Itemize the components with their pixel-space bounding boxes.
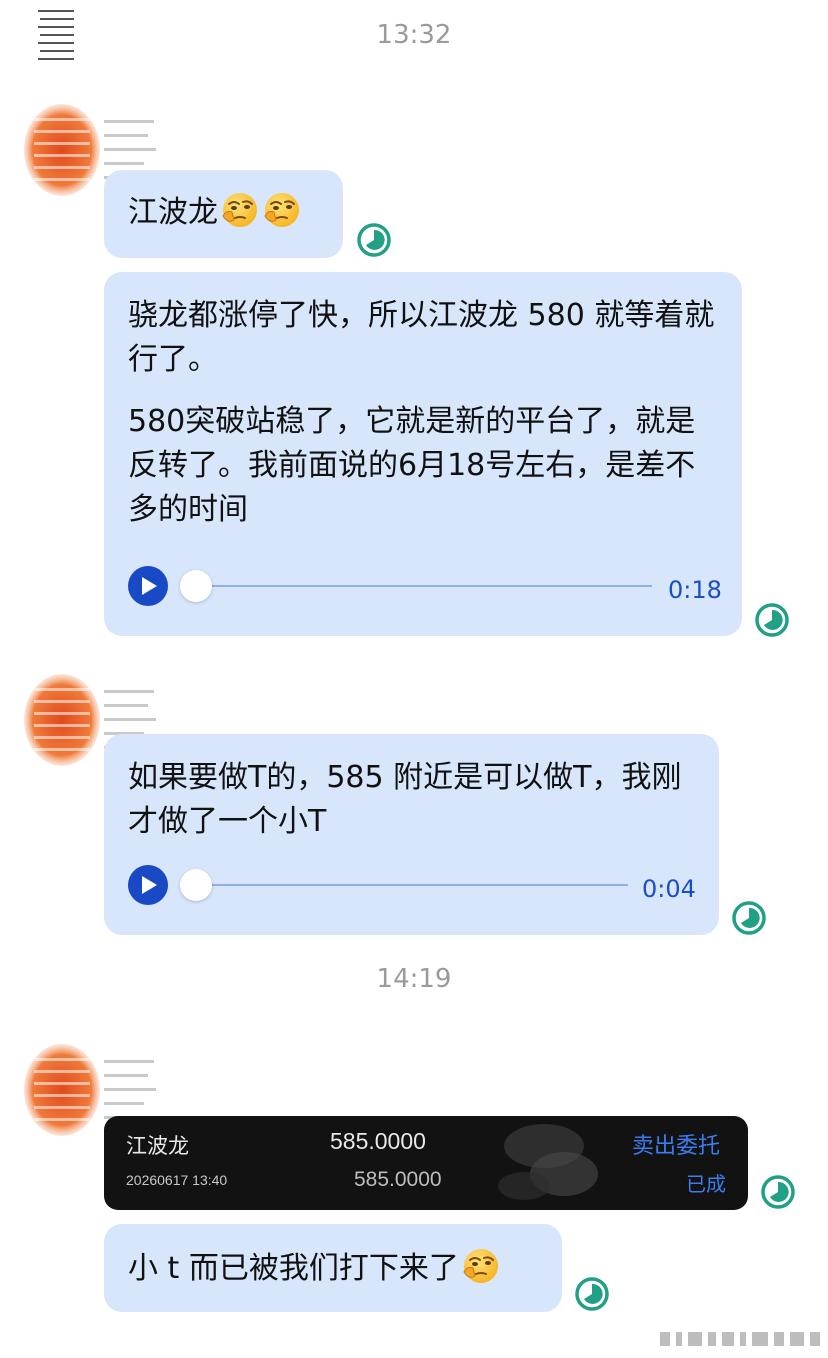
thinking-emoji-icon [461,1246,501,1286]
stock-name: 江波龙 [126,1135,189,1158]
play-icon [140,875,158,895]
message-bubble[interactable]: 小 t 而已被我们打下来了 [104,1224,562,1312]
message-text: 如果要做T的，585 附近是可以做T，我刚才做了一个小T [128,760,682,839]
order-datetime: 20260617 13:40 [126,1172,228,1188]
timestamp: 14:19 [376,964,452,994]
message-text: 580突破站稳了，它就是新的平台了，就是反转了。我前面说的6月18号左右，是差不… [128,404,696,527]
message-text: 小 t 而已被我们打下来了 [128,1251,459,1286]
audio-duration: 0:04 [642,875,696,903]
read-status-icon [754,602,790,638]
play-icon [140,576,158,596]
audio-player[interactable]: 0:18 [128,566,722,610]
order-status: 已成 [686,1174,726,1196]
audio-progress-track[interactable] [194,585,652,587]
audio-duration: 0:18 [668,576,722,604]
audio-progress-track[interactable] [194,884,628,886]
background-texture [498,1124,598,1200]
order-price: 585.0000 [330,1128,426,1154]
play-button[interactable] [128,566,168,606]
thinking-emoji-icon [262,190,302,230]
order-type: 卖出委托 [632,1133,721,1158]
audio-player[interactable]: 0:04 [128,865,696,909]
message-text: 江波龙 [128,195,218,230]
audio-scrubber[interactable] [180,869,212,901]
timestamp: 13:32 [376,20,452,50]
message-text: 骁龙都涨停了快，所以江波龙 580 就等着就行了。 [128,298,715,377]
watermark [660,1332,820,1346]
message-bubble[interactable]: 江波龙 [104,170,343,258]
play-button[interactable] [128,865,168,905]
trade-screenshot-card[interactable]: 江波龙 585.0000 卖出委托 20260617 13:40 585.000… [104,1116,748,1210]
audio-scrubber[interactable] [180,570,212,602]
voice-message-bubble[interactable]: 如果要做T的，585 附近是可以做T，我刚才做了一个小T 0:04 [104,734,719,935]
filled-price: 585.0000 [354,1168,442,1191]
thinking-emoji-icon [220,190,260,230]
read-status-icon [574,1276,610,1312]
read-status-icon [731,900,767,936]
voice-message-bubble[interactable]: 骁龙都涨停了快，所以江波龙 580 就等着就行了。 580突破站稳了，它就是新的… [104,272,742,636]
read-status-icon [356,222,392,258]
read-status-icon [760,1174,796,1210]
